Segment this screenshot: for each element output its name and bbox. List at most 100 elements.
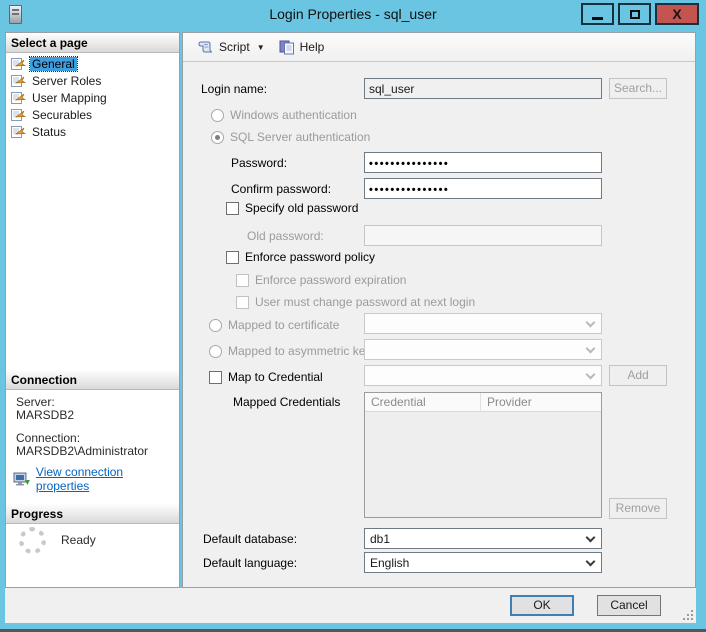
default-language-combo[interactable]: English <box>364 552 602 573</box>
mapped-credentials-label: Mapped Credentials <box>233 395 340 409</box>
enforce-password-policy-label: Enforce password policy <box>245 250 375 264</box>
search-button[interactable]: Search... <box>609 78 667 99</box>
chevron-down-icon <box>586 370 596 380</box>
titlebar: Login Properties - sql_user X <box>0 0 706 30</box>
script-dropdown-icon: ▼ <box>257 43 265 52</box>
maximize-icon <box>630 10 640 19</box>
page-icon <box>11 74 26 88</box>
mapped-to-certificate-label: Mapped to certificate <box>228 318 339 332</box>
certificate-combo[interactable] <box>364 313 602 334</box>
password-input[interactable]: ••••••••••••••• <box>364 152 602 173</box>
resize-grip[interactable] <box>681 608 693 620</box>
checkbox-icon <box>226 251 239 264</box>
default-database-combo[interactable]: db1 <box>364 528 602 549</box>
help-button-label: Help <box>300 40 325 54</box>
select-a-page-header: Select a page <box>6 33 179 53</box>
map-to-credential-checkbox[interactable]: Map to Credential <box>209 370 323 384</box>
sql-auth-radio[interactable]: SQL Server authentication <box>211 130 370 144</box>
asymmetric-key-combo[interactable] <box>364 339 602 360</box>
view-connection-properties-link[interactable]: View connection properties <box>36 465 179 493</box>
general-page-content: Login name: sql_user Search... Windows a… <box>183 62 695 587</box>
ok-button[interactable]: OK <box>510 595 574 616</box>
add-button[interactable]: Add <box>609 365 667 386</box>
view-connection-properties-row: View connection properties <box>13 465 179 493</box>
sidebar-item-label: Status <box>30 125 68 139</box>
cancel-button[interactable]: Cancel <box>597 595 661 616</box>
mapped-to-certificate-radio[interactable]: Mapped to certificate <box>209 318 339 332</box>
checkbox-icon <box>236 274 249 287</box>
old-password-label: Old password: <box>247 229 324 243</box>
mapped-to-asymmetric-key-radio[interactable]: Mapped to asymmetric key <box>209 344 371 358</box>
sidebar: Select a page General Server Roles User … <box>5 32 180 588</box>
mapped-credentials-table[interactable]: Credential Provider <box>364 392 602 518</box>
checkbox-icon <box>209 371 222 384</box>
checkbox-icon <box>236 296 249 309</box>
toolbar: Script ▼ Help <box>183 33 695 62</box>
login-properties-window: Login Properties - sql_user X Select a p… <box>0 0 706 632</box>
help-icon <box>279 40 295 55</box>
checkbox-icon <box>226 202 239 215</box>
sidebar-item-general[interactable]: General <box>8 55 177 72</box>
old-password-input[interactable] <box>364 225 602 246</box>
default-language-value: English <box>370 556 409 570</box>
sidebar-item-securables[interactable]: Securables <box>8 106 177 123</box>
minimize-icon <box>592 17 603 20</box>
password-dots: ••••••••••••••• <box>369 184 449 196</box>
radio-icon <box>209 345 222 358</box>
server-value: MARSDB2 <box>16 408 74 422</box>
windows-auth-radio[interactable]: Windows authentication <box>211 108 357 122</box>
enforce-password-expiration-checkbox[interactable]: Enforce password expiration <box>236 273 406 287</box>
minimize-button[interactable] <box>581 3 614 25</box>
connection-properties-icon <box>13 472 31 487</box>
connection-header: Connection <box>6 370 179 390</box>
chevron-down-icon <box>586 533 596 543</box>
sql-auth-label: SQL Server authentication <box>230 130 370 144</box>
page-icon <box>11 125 26 139</box>
progress-status: Ready <box>61 533 96 547</box>
sidebar-item-label: User Mapping <box>30 91 109 105</box>
windows-auth-label: Windows authentication <box>230 108 357 122</box>
login-name-label: Login name: <box>201 82 267 96</box>
specify-old-password-checkbox[interactable]: Specify old password <box>226 201 358 215</box>
sidebar-item-label: Securables <box>30 108 94 122</box>
default-database-value: db1 <box>370 532 390 546</box>
connection-label: Connection: <box>16 431 80 445</box>
mapped-to-asymmetric-key-label: Mapped to asymmetric key <box>228 344 371 358</box>
maximize-button[interactable] <box>618 3 651 25</box>
server-label: Server: <box>16 395 55 409</box>
login-name-input[interactable]: sql_user <box>364 78 602 99</box>
credential-column-header[interactable]: Credential <box>365 393 481 412</box>
main-panel: Script ▼ Help Login name: sql_user Searc… <box>182 32 696 588</box>
enforce-password-policy-checkbox[interactable]: Enforce password policy <box>226 250 375 264</box>
close-button[interactable]: X <box>655 3 699 25</box>
page-icon <box>11 108 26 122</box>
page-icon <box>11 91 26 105</box>
sidebar-item-status[interactable]: Status <box>8 123 177 140</box>
default-database-label: Default database: <box>203 532 297 546</box>
sidebar-item-server-roles[interactable]: Server Roles <box>8 72 177 89</box>
must-change-password-label: User must change password at next login <box>255 295 475 309</box>
credential-combo[interactable] <box>364 365 602 386</box>
must-change-password-checkbox[interactable]: User must change password at next login <box>236 295 475 309</box>
default-language-label: Default language: <box>203 556 297 570</box>
chevron-down-icon <box>586 318 596 328</box>
window-controls: X <box>577 3 699 25</box>
sidebar-item-label: General <box>30 57 77 71</box>
enforce-password-expiration-label: Enforce password expiration <box>255 273 406 287</box>
confirm-password-input[interactable]: ••••••••••••••• <box>364 178 602 199</box>
progress-header: Progress <box>6 504 179 524</box>
chevron-down-icon <box>586 344 596 354</box>
radio-icon <box>209 319 222 332</box>
password-dots: ••••••••••••••• <box>369 158 449 170</box>
remove-button[interactable]: Remove <box>609 498 667 519</box>
table-header-row: Credential Provider <box>365 393 601 412</box>
script-button[interactable]: Script ▼ <box>192 37 274 57</box>
chevron-down-icon <box>586 557 596 567</box>
footer: OK Cancel <box>5 588 696 623</box>
specify-old-password-label: Specify old password <box>245 201 358 215</box>
close-icon: X <box>672 7 681 21</box>
help-button[interactable]: Help <box>274 37 330 58</box>
radio-icon <box>211 109 224 122</box>
provider-column-header[interactable]: Provider <box>481 393 601 412</box>
sidebar-item-user-mapping[interactable]: User Mapping <box>8 89 177 106</box>
